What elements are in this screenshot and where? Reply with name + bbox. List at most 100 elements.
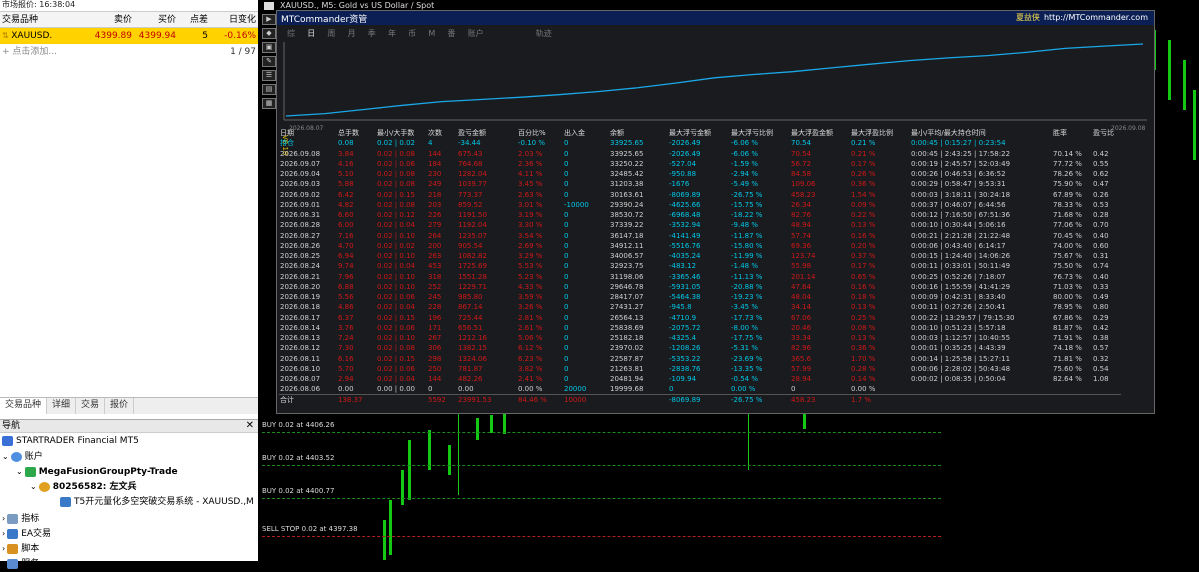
nav-broker[interactable]: STARTRADER Financial MT5 xyxy=(2,434,139,449)
play-icon[interactable]: ▶ xyxy=(262,14,276,25)
panel-author[interactable]: 夏益侠 http://MTCommander.com xyxy=(1016,12,1148,23)
left-pane: 市场报价: 16:38:04 交易品种 卖价 买价 点差 日变化 ⇅ XAUUS… xyxy=(0,0,258,569)
tab-overview[interactable]: 综 xyxy=(287,28,295,39)
cell: -0.54 % xyxy=(731,375,758,384)
cell: 80.00 % xyxy=(1053,293,1082,302)
tab-monthly[interactable]: 月 xyxy=(348,28,356,39)
pencil-icon[interactable]: ✎ xyxy=(262,56,276,67)
cell: 次数 xyxy=(428,129,442,138)
col-symbol[interactable]: 交易品种 xyxy=(2,12,84,27)
cell: 23991.53 xyxy=(458,394,518,406)
cell: 2.81 % xyxy=(518,313,543,322)
cell: 6.16 xyxy=(338,354,354,363)
cell: 365.6 xyxy=(791,354,812,363)
cell: -17.75 % xyxy=(731,334,763,343)
tab-fan[interactable]: 番 xyxy=(447,28,455,39)
col-bid[interactable]: 卖价 xyxy=(86,12,132,27)
table-icon[interactable]: ▤ xyxy=(262,84,276,95)
col-spread[interactable]: 点差 xyxy=(178,12,208,27)
cell: 0.70 xyxy=(1093,221,1109,230)
nav-expert-attached[interactable]: T5开元量化多空突破交易系统 - XAUUSD.,M xyxy=(60,495,254,510)
nav-services[interactable]: › 服务 xyxy=(2,556,39,571)
tab-yearly[interactable]: 年 xyxy=(388,28,396,39)
tab-track[interactable]: 轨迹 xyxy=(536,28,552,39)
cell: -2075.72 xyxy=(669,323,701,332)
order-label-sell-stop[interactable]: SELL STOP 0.02 at 4397.38 xyxy=(262,525,358,533)
cell: 0.00 % xyxy=(731,385,756,394)
cell: 0.31 xyxy=(1093,252,1109,261)
indicators-icon xyxy=(7,513,19,524)
cell: 905.54 xyxy=(458,241,483,250)
box-icon[interactable]: ▣ xyxy=(262,42,276,53)
close-icon[interactable]: ✕ xyxy=(246,420,254,432)
cell: 71.91 % xyxy=(1053,334,1082,343)
cell: -1.48 % xyxy=(731,262,758,271)
table-row: 2026.09.08 3.84 0.02 | 0.08 144 675.43 2.03 %… xyxy=(279,149,1121,159)
cell: 57.74 xyxy=(791,231,812,240)
cell: 0:00:01 | 0:35:25 | 4:43:39 xyxy=(911,344,1006,353)
cell: 2026.08.13 xyxy=(280,334,321,343)
tab-quarterly[interactable]: 季 xyxy=(368,28,376,39)
tab-symbols[interactable]: 交易品种 xyxy=(0,398,48,414)
cell: 48.04 xyxy=(791,293,812,302)
cell: 0:00:06 | 2:28:02 | 50:43:48 xyxy=(911,364,1011,373)
list-icon[interactable]: ☰ xyxy=(262,70,276,81)
tab-details[interactable]: 详细 xyxy=(47,398,77,414)
table-row: 2026.09.01 4.82 0.02 | 0.08 203 859.52 3.01 %… xyxy=(279,200,1121,210)
nav-server[interactable]: ⌄ MegaFusionGroupPty-Trade xyxy=(16,464,178,479)
cell: -6.06 % xyxy=(731,139,758,148)
cell: -17.73 % xyxy=(731,313,763,322)
cell: 29390.24 xyxy=(610,200,644,209)
table-row: 2026.09.04 5.10 0.02 | 0.08 230 1282.04 4.11 … xyxy=(279,169,1121,179)
tab-weekly[interactable]: 周 xyxy=(327,28,335,39)
tab-currency[interactable]: 币 xyxy=(408,28,416,39)
cell: 75.60 % xyxy=(1053,364,1082,373)
order-label-buy-3[interactable]: BUY 0.02 at 4400.77 xyxy=(262,487,334,495)
order-label-buy-2[interactable]: BUY 0.02 at 4403.52 xyxy=(262,454,334,462)
nav-accounts[interactable]: ⌄ 账户 xyxy=(2,449,43,464)
cell: 1229.71 xyxy=(458,282,487,291)
nav-experts[interactable]: › EA交易 xyxy=(2,526,51,541)
cell: 0.17 % xyxy=(851,262,876,271)
nav-indicators[interactable]: › 指标 xyxy=(2,511,39,526)
cell: 74.18 % xyxy=(1053,344,1082,353)
tab-trading[interactable]: 交易 xyxy=(76,398,106,414)
order-label-buy-1[interactable]: BUY 0.02 at 4406.26 xyxy=(262,421,334,429)
market-watch-title: 市场报价: 16:38:04 xyxy=(0,0,258,11)
cell: 最大浮亏金额 xyxy=(669,129,711,138)
table-row: 2026.08.26 4.70 0.02 | 0.02 200 905.54 2.69 %… xyxy=(279,241,1121,251)
cell: 0.57 xyxy=(1093,344,1109,353)
add-symbol-row[interactable]: + 点击添加... 1 / 97 xyxy=(0,44,258,60)
cell: -18.22 % xyxy=(731,211,763,220)
cell: 0:00:03 | 1:12:57 | 10:40:55 xyxy=(911,334,1011,343)
cell: 0:00:25 | 0:52:26 | 7:18:07 xyxy=(911,272,1006,281)
cell: 33250.22 xyxy=(610,159,644,168)
cell: 最大浮盈比例 xyxy=(851,129,893,138)
cell: 3.01 % xyxy=(518,200,543,209)
cell: 200 xyxy=(428,241,442,250)
cell: 0:00:26 | 0:46:53 | 6:36:52 xyxy=(911,170,1006,179)
cell: -4710.9 xyxy=(669,313,697,322)
cell: 0:00:02 | 0:08:35 | 0:50:04 xyxy=(911,375,1006,384)
cell: -1676 xyxy=(669,180,690,189)
cell: 0.40 xyxy=(1093,231,1109,240)
market-watch-row-xauusd[interactable]: ⇅ XAUUSD. 4399.89 4399.94 5 -0.16% xyxy=(0,28,258,44)
tab-magic[interactable]: M xyxy=(428,29,435,38)
cell: 2026.08.25 xyxy=(280,252,321,261)
nav-scripts[interactable]: › 脚本 xyxy=(2,541,39,556)
col-ask[interactable]: 买价 xyxy=(134,12,176,27)
diamond-icon[interactable]: ◆ xyxy=(262,28,276,39)
cell: 84.46 % xyxy=(518,394,564,406)
cell: -3.45 % xyxy=(731,303,758,312)
tab-ticks[interactable]: 报价 xyxy=(105,398,135,414)
col-change[interactable]: 日变化 xyxy=(212,12,256,27)
table-row: 2026.08.10 5.70 0.02 | 0.06 250 781.87 3.82 %… xyxy=(279,364,1121,374)
grid-icon[interactable]: ▦ xyxy=(262,98,276,109)
nav-account-user[interactable]: ⌄ 80256582: 左文兵 xyxy=(30,479,137,494)
cell: -13.35 % xyxy=(731,364,763,373)
cell: 2026.09.08 xyxy=(280,149,321,158)
chevron-right-icon: › xyxy=(2,514,6,523)
cell: 0:00:10 | 0:30:44 | 5:06:16 xyxy=(911,221,1006,230)
tab-account[interactable]: 账户 xyxy=(468,28,484,39)
tab-daily[interactable]: 日 xyxy=(307,28,315,39)
